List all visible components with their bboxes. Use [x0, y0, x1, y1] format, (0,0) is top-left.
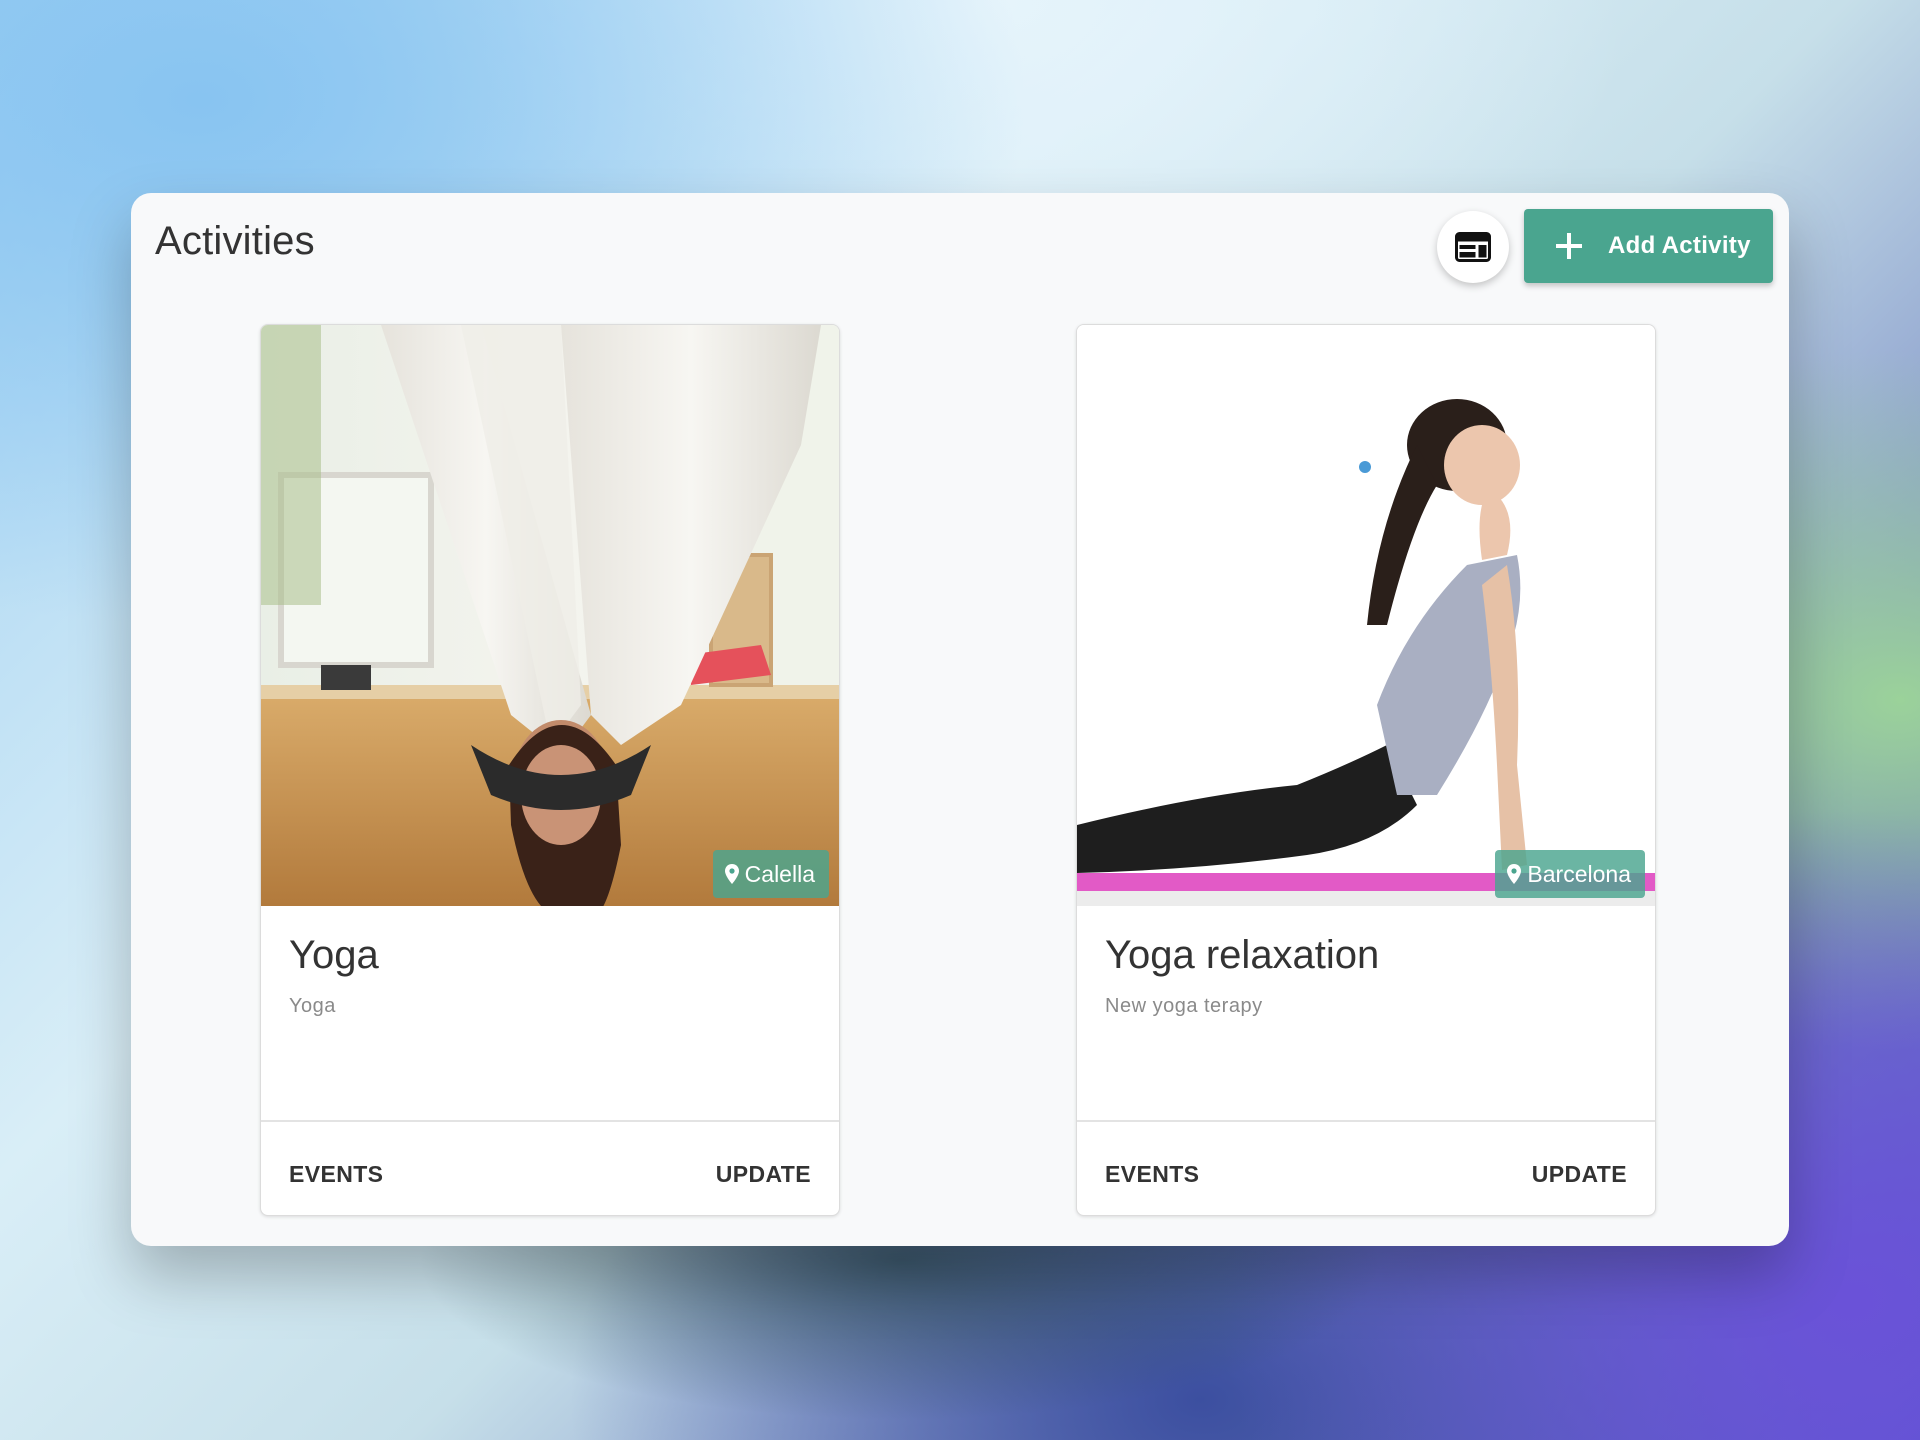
activity-title: Yoga relaxation	[1105, 933, 1380, 977]
events-button[interactable]: EVENTS	[289, 1161, 383, 1188]
page-title: Activities	[155, 219, 315, 263]
activities-window: Activities Add Activity Calella Yoga Yog…	[131, 193, 1789, 1246]
cobra-pose-photo	[1077, 325, 1655, 906]
view-quilt-icon	[1455, 232, 1491, 262]
card-divider	[261, 1120, 839, 1122]
activity-subtitle: New yoga terapy	[1105, 995, 1263, 1017]
location-chip: Calella	[712, 850, 829, 898]
activity-image[interactable]: Barcelona	[1077, 325, 1655, 906]
map-pin-icon	[1507, 864, 1522, 884]
location-label: Calella	[744, 860, 815, 887]
plus-icon	[1554, 231, 1584, 261]
location-label: Barcelona	[1527, 860, 1631, 887]
add-activity-button[interactable]: Add Activity	[1524, 209, 1773, 283]
location-chip: Barcelona	[1495, 850, 1645, 898]
activity-card: Calella Yoga Yoga EVENTS UPDATE	[260, 324, 840, 1216]
layout-toggle-button[interactable]	[1437, 211, 1509, 283]
activity-image[interactable]: Calella	[261, 325, 839, 906]
add-activity-label: Add Activity	[1608, 232, 1751, 259]
update-button[interactable]: UPDATE	[716, 1161, 811, 1188]
activity-title: Yoga	[289, 933, 379, 977]
map-pin-icon	[724, 864, 739, 884]
update-button[interactable]: UPDATE	[1532, 1161, 1627, 1188]
card-divider	[1077, 1120, 1655, 1122]
activity-card: Barcelona Yoga relaxation New yoga terap…	[1076, 324, 1656, 1216]
activity-subtitle: Yoga	[289, 995, 336, 1017]
aerial-yoga-photo	[261, 325, 839, 906]
events-button[interactable]: EVENTS	[1105, 1161, 1199, 1188]
